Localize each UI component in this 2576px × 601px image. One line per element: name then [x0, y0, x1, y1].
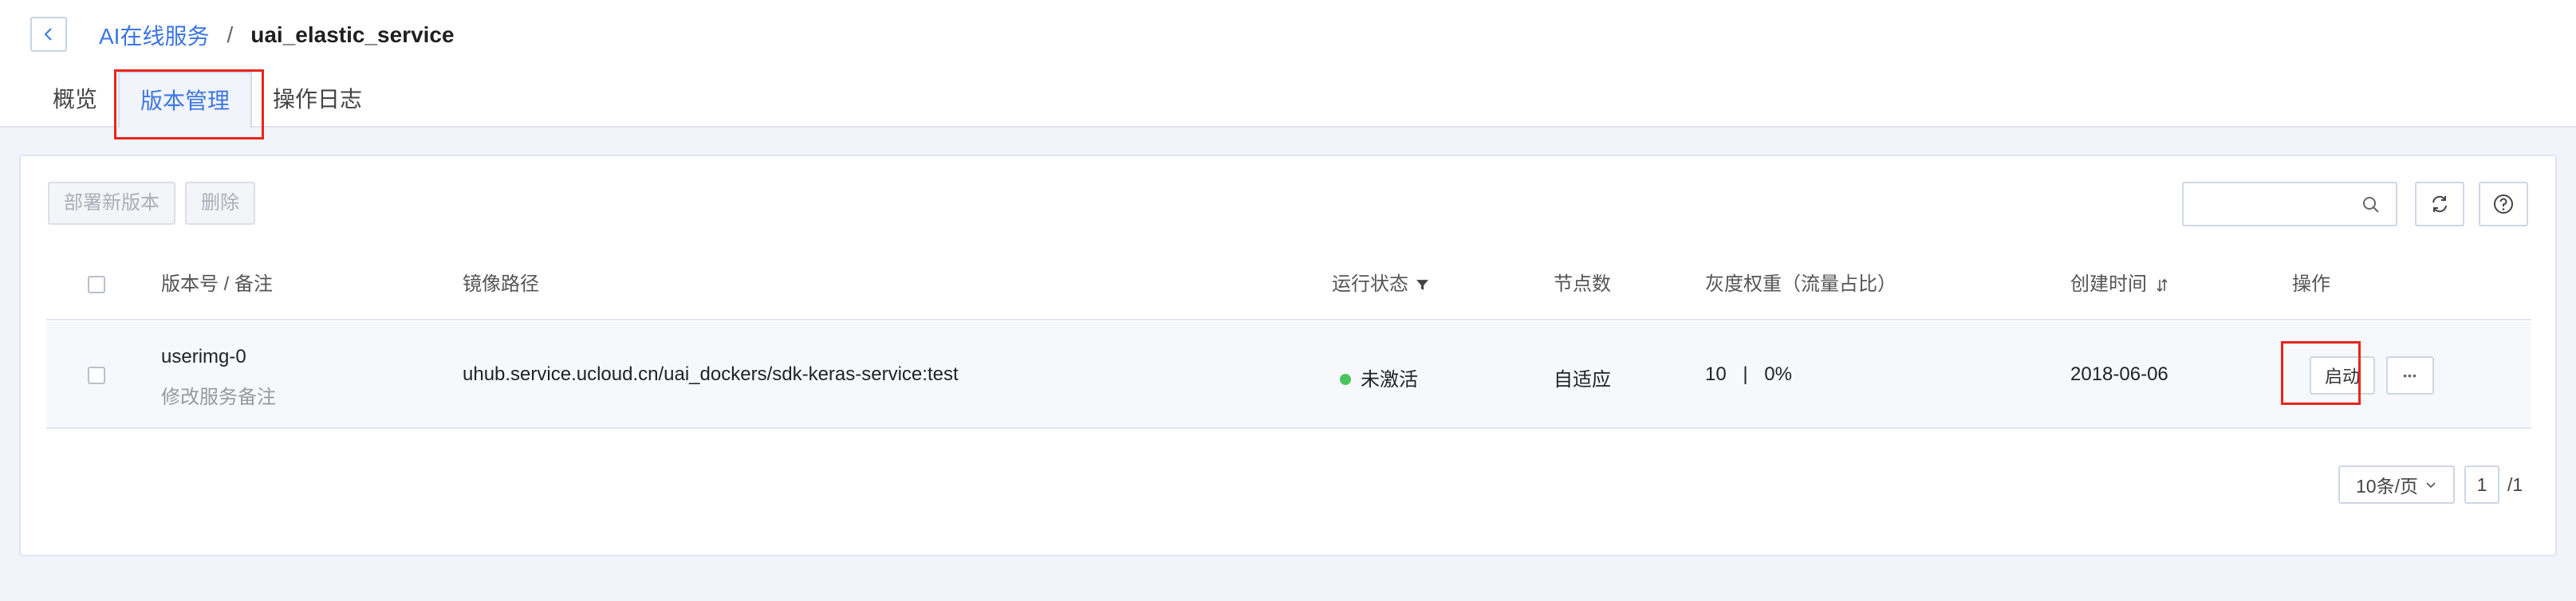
highlight-box-tab — [114, 69, 264, 139]
page-size-label: 10条/页 — [2356, 476, 2418, 497]
version-name: userimg-0 — [161, 346, 246, 367]
deploy-new-version-button[interactable]: 部署新版本 — [48, 182, 175, 225]
traffic-percent: 0% — [1764, 363, 1792, 385]
edit-remark-link[interactable]: 修改服务备注 — [161, 381, 276, 409]
header-image-path: 镜像路径 — [463, 273, 539, 295]
help-icon — [2494, 194, 2513, 214]
page-size-select[interactable]: 10条/页 — [2338, 465, 2455, 504]
breadcrumb-parent-link[interactable]: AI在线服务 — [99, 19, 209, 51]
image-path: uhub.service.ucloud.cn/uai_dockers/sdk-k… — [463, 363, 959, 385]
chevron-left-icon — [44, 28, 52, 41]
node-count: 自适应 — [1554, 369, 1611, 391]
header-version: 版本号 / 备注 — [161, 273, 274, 295]
search-input[interactable] — [2182, 182, 2397, 226]
status-label: 未激活 — [1361, 369, 1418, 391]
breadcrumb-current: uai_elastic_service — [250, 22, 455, 47]
select-all-checkbox[interactable] — [88, 276, 105, 293]
back-button[interactable] — [30, 17, 67, 52]
highlight-box-start — [2281, 341, 2361, 405]
status-dot — [1340, 373, 1351, 385]
filter-icon[interactable] — [1416, 278, 1429, 292]
help-button[interactable] — [2479, 182, 2528, 226]
tab-overview[interactable]: 概览 — [32, 72, 118, 128]
search-icon — [2363, 197, 2379, 213]
more-actions-button[interactable]: ••• — [2386, 356, 2434, 395]
gray-weight: 10 | 0% — [1705, 363, 1792, 386]
delete-button[interactable]: 删除 — [185, 182, 255, 225]
refresh-icon — [2432, 195, 2447, 213]
row-checkbox[interactable] — [88, 367, 105, 384]
refresh-button[interactable] — [2415, 182, 2464, 226]
header-status[interactable]: 运行状态 — [1332, 249, 1429, 320]
breadcrumb: AI在线服务 / uai_elastic_service — [99, 18, 455, 53]
tab-operation-log[interactable]: 操作日志 — [252, 72, 383, 128]
weight-value: 10 — [1705, 363, 1727, 385]
status-cell: 未激活 — [1340, 363, 1418, 391]
header-nodes: 节点数 — [1554, 273, 1611, 295]
header-gray-weight: 灰度权重（流量占比） — [1705, 273, 1897, 295]
header-created-time[interactable]: 创建时间 — [2070, 249, 2168, 320]
sort-icon[interactable] — [2156, 278, 2168, 293]
weight-separator: | — [1743, 363, 1748, 385]
total-pages: /1 — [2507, 474, 2523, 495]
created-date: 2018-06-06 — [2070, 363, 2168, 385]
chevron-down-icon — [2426, 482, 2436, 489]
current-page-input[interactable]: 1 — [2464, 465, 2499, 504]
header-created-label: 创建时间 — [2070, 273, 2147, 295]
breadcrumb-separator: / — [226, 22, 234, 47]
table-row: userimg-0 修改服务备注 uhub.service.ucloud.cn/… — [46, 322, 2531, 429]
version-panel: 部署新版本 删除 版本号 / 备注 镜像路径 运行状态 节点数 灰度权重（流量占… — [19, 155, 2557, 556]
table-header: 版本号 / 备注 镜像路径 运行状态 节点数 灰度权重（流量占比） 创建时间 操… — [46, 249, 2531, 320]
header-status-label: 运行状态 — [1332, 273, 1408, 295]
top-header: AI在线服务 / uai_elastic_service 概览 版本管理 操作日… — [0, 0, 2576, 139]
header-actions: 操作 — [2292, 273, 2330, 295]
